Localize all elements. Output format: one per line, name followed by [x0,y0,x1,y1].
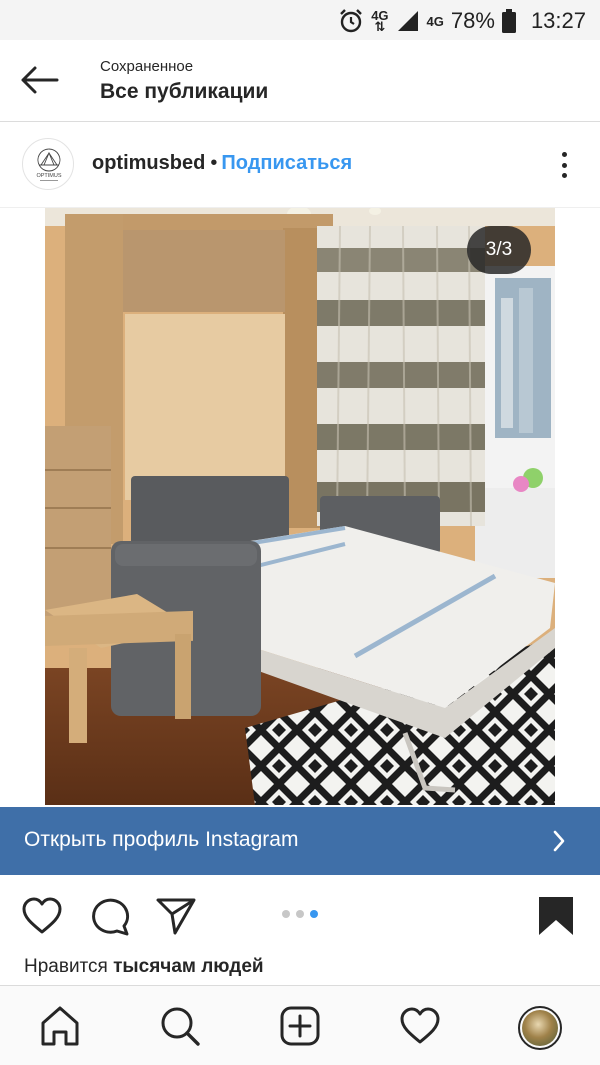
status-bar: 4G ⇅ 4G 78% 13:27 [0,0,600,40]
bedroom-photo [45,208,555,805]
post-user-row: optimusbed • Подписаться [92,152,352,175]
svg-text:OPTIMUS: OPTIMUS [36,173,61,179]
comment-icon [92,898,130,936]
signal-icon [397,11,418,31]
battery-percent: 78% [450,8,495,33]
add-post-icon [280,1006,320,1046]
more-options-button[interactable] [552,148,576,182]
image-counter: 3/3 [467,226,531,274]
clock: 13:27 [530,8,586,33]
status-icons: 4G ⇅ 4G 78% 13:27 [338,6,586,36]
heart-icon [400,1007,440,1044]
post-actions [0,880,600,950]
comment-button[interactable] [88,894,132,938]
nav-add-post[interactable] [278,1004,322,1048]
likes-summary[interactable]: Нравится тысячам людей [24,956,264,978]
alarm-icon [340,9,363,33]
battery-icon [501,9,516,33]
likes-prefix: Нравится [24,956,108,977]
nav-search[interactable] [158,1004,202,1048]
more-vertical-icon [561,152,567,157]
send-icon [156,898,196,935]
open-profile-label: Открыть профиль Instagram [24,828,299,851]
header-text: Сохраненное Все публикации [100,58,268,106]
share-button[interactable] [154,894,198,938]
arrow-left-icon [21,66,59,94]
post-image[interactable]: 3/3 [45,208,555,805]
header-subtitle: Сохраненное [100,58,194,75]
nav-activity[interactable] [398,1004,442,1048]
nav-profile-avatar[interactable] [518,1006,562,1050]
avatar [522,1010,558,1046]
save-button[interactable] [534,894,578,938]
carousel-indicator [282,910,318,918]
network-indicator-2: 4G [426,13,444,29]
carousel-dot [296,910,304,918]
network-indicator-1: 4G ⇅ [371,8,389,34]
carousel-dot [282,910,290,918]
heart-icon [22,897,62,934]
profile-avatar[interactable]: OPTIMUS [22,138,74,190]
chevron-right-icon [553,830,565,852]
follow-button[interactable]: Подписаться [221,152,352,175]
carousel-dot-active [310,910,318,918]
username-link[interactable]: optimusbed [92,152,205,175]
bookmark-icon [539,897,573,935]
likes-count[interactable]: тысячам людей [113,956,263,977]
bottom-nav [0,985,600,1065]
search-icon [161,1007,200,1046]
like-button[interactable] [20,894,64,938]
app-header: Сохраненное Все публикации [0,40,600,122]
home-icon [41,1006,79,1046]
post-header: OPTIMUS optimusbed • Подписаться [0,122,600,208]
page-title: Все публикации [100,80,269,103]
optimus-logo: OPTIMUS [36,148,62,181]
back-button[interactable] [14,58,64,102]
nav-home[interactable] [38,1004,82,1048]
separator-dot: • [210,152,218,174]
open-profile-banner[interactable]: Открыть профиль Instagram [0,807,600,875]
